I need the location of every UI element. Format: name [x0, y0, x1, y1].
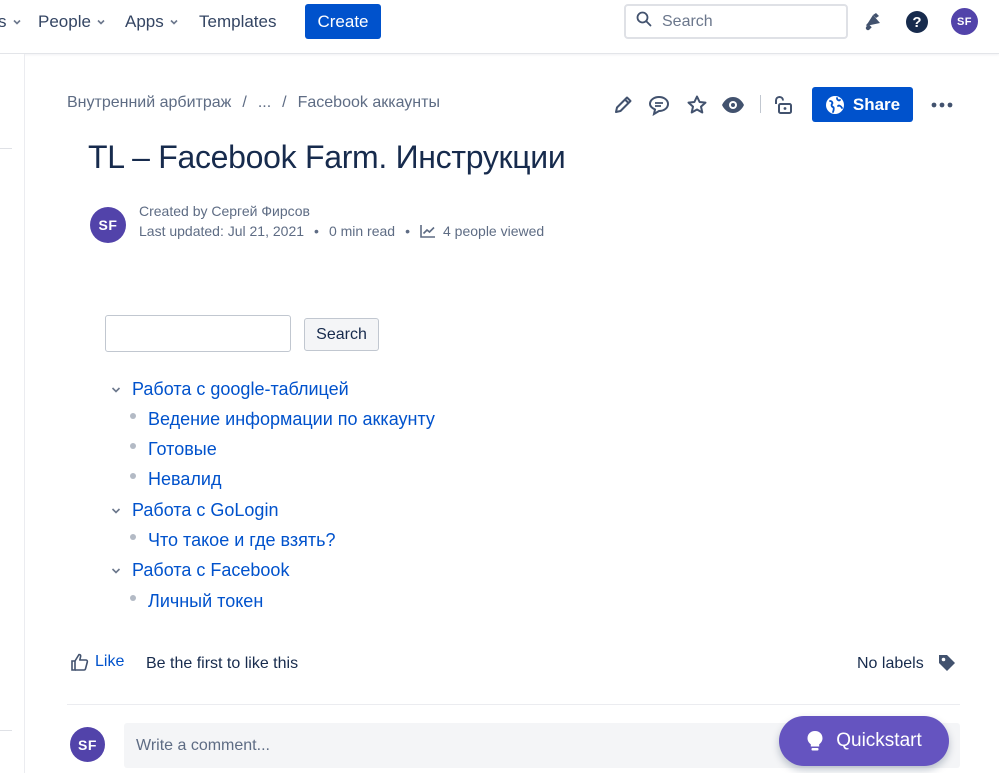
- tree-item-label[interactable]: Личный токен: [148, 591, 263, 612]
- breadcrumb-item[interactable]: Facebook аккаунты: [298, 94, 440, 112]
- chevron-down-icon: [96, 12, 106, 32]
- like-status: Be the first to like this: [146, 655, 299, 672]
- like-label: Like: [95, 653, 125, 670]
- tree-item[interactable]: Личный токен: [130, 591, 263, 612]
- star-icon[interactable]: [684, 92, 710, 118]
- nav-people-label: People: [38, 12, 91, 31]
- author-avatar[interactable]: SF: [90, 207, 126, 243]
- quickstart-label: Quickstart: [836, 730, 922, 751]
- search-input[interactable]: [662, 12, 832, 31]
- tree-search-input[interactable]: [105, 315, 291, 352]
- created-by: Created by Сергей Фирсов: [139, 203, 310, 219]
- chevron-down-icon: [12, 12, 22, 32]
- thumbs-up-icon: [71, 653, 89, 671]
- globe-icon: [825, 95, 844, 114]
- chevron-down-icon[interactable]: [110, 507, 122, 515]
- tree-item-label[interactable]: Работа с GoLogin: [132, 500, 278, 521]
- nav-templates-label: Templates: [199, 12, 277, 31]
- tree-item[interactable]: Готовые: [130, 439, 217, 460]
- labels-status: No labels: [857, 655, 924, 672]
- analytics-icon: [420, 224, 436, 238]
- bullet-icon: [130, 442, 136, 449]
- tree-item[interactable]: Работа с GoLogin: [110, 500, 278, 521]
- tree-item[interactable]: Работа с Facebook: [110, 560, 289, 581]
- byline-meta: Last updated: Jul 21, 2021 • 0 min read …: [139, 223, 544, 239]
- lightbulb-icon: [807, 731, 823, 751]
- sidebar-divider: [0, 730, 12, 731]
- nav-item-truncated-label: s: [0, 12, 7, 31]
- like-button[interactable]: Like: [70, 652, 124, 672]
- tree-item-label[interactable]: Работа с Facebook: [132, 560, 289, 581]
- tree-item[interactable]: Что такое и где взять?: [130, 530, 336, 551]
- share-button[interactable]: Share: [812, 87, 913, 122]
- page-title: TL – Facebook Farm. Инструкции: [88, 139, 566, 175]
- tree-item[interactable]: Невалид: [130, 469, 221, 490]
- nav-templates[interactable]: Templates: [199, 11, 276, 33]
- sidebar-divider: [0, 148, 12, 149]
- chevron-down-icon[interactable]: [110, 386, 122, 394]
- tree-item-label[interactable]: Ведение информации по аккаунту: [148, 409, 435, 430]
- section-divider: [67, 704, 960, 705]
- breadcrumb: Внутренний арбитраж / ... / Facebook акк…: [67, 94, 440, 112]
- breadcrumb-ellipsis[interactable]: ...: [258, 94, 271, 112]
- share-label: Share: [852, 94, 901, 114]
- unlock-icon[interactable]: [770, 92, 796, 118]
- svg-text:?: ?: [912, 14, 921, 31]
- tree-item[interactable]: Работа с google-таблицей: [110, 379, 349, 400]
- help-icon[interactable]: ?: [904, 9, 930, 35]
- notifications-icon[interactable]: [860, 9, 886, 35]
- quickstart-button[interactable]: Quickstart: [779, 716, 949, 766]
- chevron-down-icon: [169, 12, 179, 32]
- nav-item-truncated[interactable]: s: [0, 11, 22, 33]
- toolbar-divider: [760, 95, 761, 113]
- nav-apps-label: Apps: [125, 12, 164, 31]
- tree-search-button[interactable]: Search: [304, 318, 379, 351]
- user-avatar[interactable]: SF: [951, 8, 978, 35]
- bullet-icon: [130, 412, 136, 419]
- watch-icon[interactable]: [720, 92, 746, 118]
- comment-avatar: SF: [70, 727, 105, 762]
- breadcrumb-separator: /: [282, 94, 287, 111]
- byline-dot: •: [314, 223, 319, 239]
- tag-icon[interactable]: [937, 653, 957, 678]
- tree-item-label[interactable]: Готовые: [148, 439, 217, 460]
- global-search[interactable]: [624, 4, 848, 39]
- bullet-icon: [130, 472, 136, 479]
- comment-icon[interactable]: [646, 92, 672, 118]
- edit-icon[interactable]: [610, 92, 636, 118]
- chevron-down-icon[interactable]: [110, 567, 122, 575]
- last-updated[interactable]: Last updated: Jul 21, 2021: [139, 223, 304, 239]
- tree-item-label[interactable]: Невалид: [148, 469, 221, 490]
- sidebar-collapsed: [0, 54, 25, 773]
- byline-dot: •: [405, 223, 410, 239]
- nav-people[interactable]: People: [38, 11, 106, 33]
- breadcrumb-separator: /: [242, 94, 247, 111]
- nav-apps[interactable]: Apps: [125, 11, 179, 33]
- tree-item-label[interactable]: Работа с google-таблицей: [132, 379, 349, 400]
- bullet-icon: [130, 533, 136, 540]
- tree-item[interactable]: Ведение информации по аккаунту: [130, 409, 435, 430]
- top-navigation: s People Apps Templates Create ? SF: [0, 0, 999, 54]
- read-time: 0 min read: [328, 223, 396, 239]
- tree-item-label[interactable]: Что такое и где взять?: [148, 530, 336, 551]
- views-count[interactable]: 4 people viewed: [443, 223, 544, 239]
- breadcrumb-item[interactable]: Внутренний арбитраж: [67, 94, 231, 112]
- search-icon: [636, 11, 652, 32]
- create-button[interactable]: Create: [305, 4, 381, 39]
- more-actions-icon[interactable]: [929, 92, 955, 118]
- bullet-icon: [130, 594, 136, 601]
